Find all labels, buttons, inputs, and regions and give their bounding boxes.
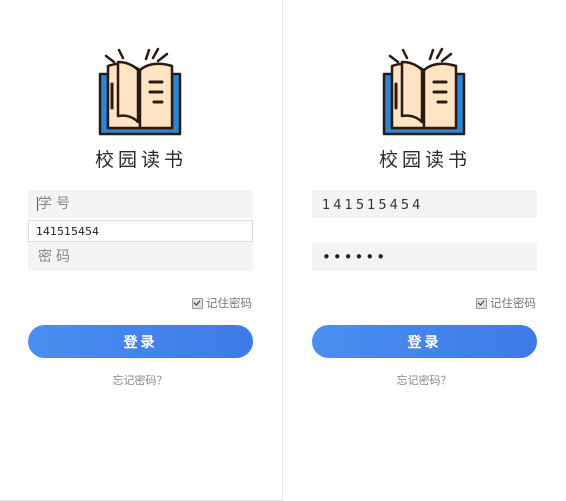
open-book-icon (98, 47, 182, 136)
autocomplete-suggestion[interactable]: 141515454 (28, 220, 253, 242)
app-title: 校园读书 (94, 149, 187, 171)
remember-password-checkbox[interactable]: 记住密码 (476, 295, 536, 311)
app-title: 校园读书 (378, 149, 471, 171)
password-value: •••••• (322, 248, 388, 266)
forgot-password-link[interactable]: 忘记密码？ (364, 372, 484, 388)
remember-password-label: 记住密码 (490, 296, 536, 310)
login-button[interactable]: 登录 (312, 325, 537, 358)
remember-password-checkbox[interactable]: 记住密码 (192, 295, 252, 311)
password-input[interactable]: •••••• (312, 243, 537, 271)
forgot-password-link[interactable]: 忘记密码？ (80, 372, 200, 388)
text-caret (37, 197, 38, 211)
app-canvas: 校园读书 141515454 记住密码 登录 忘记密码？ (0, 0, 566, 501)
remember-password-label: 记住密码 (206, 296, 252, 310)
password-input[interactable] (28, 243, 253, 271)
open-book-icon (382, 47, 466, 136)
student-id-value: 141515454 (322, 198, 424, 213)
checkbox-icon[interactable] (476, 297, 487, 309)
login-screen-right: 校园读书 141515454 •••••• 记住密码 登录 忘记密码？ (284, 0, 566, 501)
student-id-input[interactable] (28, 190, 253, 218)
student-id-input[interactable]: 141515454 (312, 190, 537, 218)
login-screen-left: 校园读书 141515454 记住密码 登录 忘记密码？ (0, 0, 283, 501)
login-button[interactable]: 登录 (28, 325, 253, 358)
checkbox-icon[interactable] (192, 297, 203, 309)
